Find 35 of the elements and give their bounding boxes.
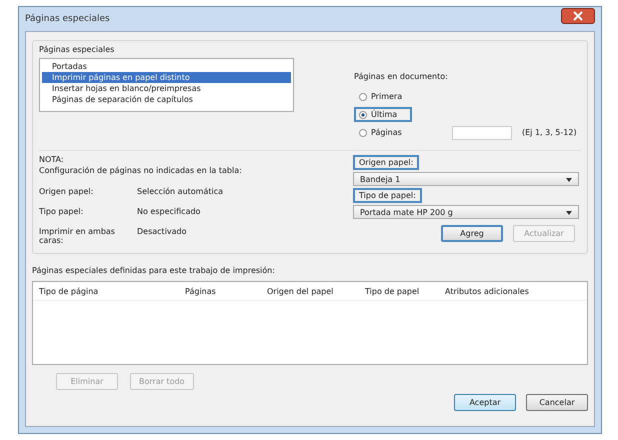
radio-option[interactable]: Última <box>354 107 412 122</box>
column-header[interactable]: Tipo de papel <box>359 286 439 296</box>
setting-label: Origen papel: <box>39 187 94 196</box>
list-item[interactable]: Insertar hojas en blanco/preimpresas <box>42 83 291 94</box>
close-icon <box>572 11 584 21</box>
column-header[interactable]: Origen del papel <box>261 286 359 296</box>
setting-label: Tipo papel: <box>39 207 84 216</box>
paper-type-label: Tipo de papel: <box>353 188 422 203</box>
note-text: Configuración de páginas no indicadas en la tabla: <box>39 166 243 175</box>
setting-value: No especificado <box>137 207 200 216</box>
paper-source-label: Origen papel: <box>353 155 420 170</box>
note-title: NOTA: <box>39 155 65 164</box>
ok-button[interactable]: Aceptar <box>454 394 516 411</box>
window-title: Páginas especiales <box>25 14 110 24</box>
table-caption: Páginas especiales definidas para este trabajo de impresión: <box>32 266 276 275</box>
pages-input-field[interactable] <box>452 126 512 140</box>
list-item[interactable]: Imprimir páginas en papel distinto <box>42 72 291 83</box>
setting-value: Desactivado <box>137 227 187 238</box>
column-header[interactable]: Páginas <box>179 286 261 296</box>
setting-value: Selección automática <box>137 187 224 196</box>
group-title: Páginas especiales <box>39 45 116 54</box>
list-item[interactable]: Páginas de separación de capítulos <box>42 94 291 105</box>
list-item[interactable]: Portadas <box>42 61 291 72</box>
setting-label: Imprimir en ambas caras: <box>39 227 116 245</box>
paper-type-dropdown[interactable]: Portada mate HP 200 g <box>353 205 579 219</box>
close-button[interactable] <box>561 8 595 24</box>
radio-option[interactable]: Páginas <box>354 125 412 140</box>
radio-option[interactable]: Primera <box>354 89 412 104</box>
cancel-button[interactable]: Cancelar <box>526 394 588 411</box>
pages-hint: (Ej 1, 3, 5-12) <box>522 128 577 137</box>
column-header[interactable]: Atributos adicionales <box>439 286 529 296</box>
pages-label: Páginas en documento: <box>354 72 449 81</box>
paper-source-dropdown[interactable]: Bandeja 1 <box>353 172 579 186</box>
column-header[interactable]: Tipo de página <box>33 286 179 296</box>
add-button[interactable]: Agreg <box>441 225 503 242</box>
